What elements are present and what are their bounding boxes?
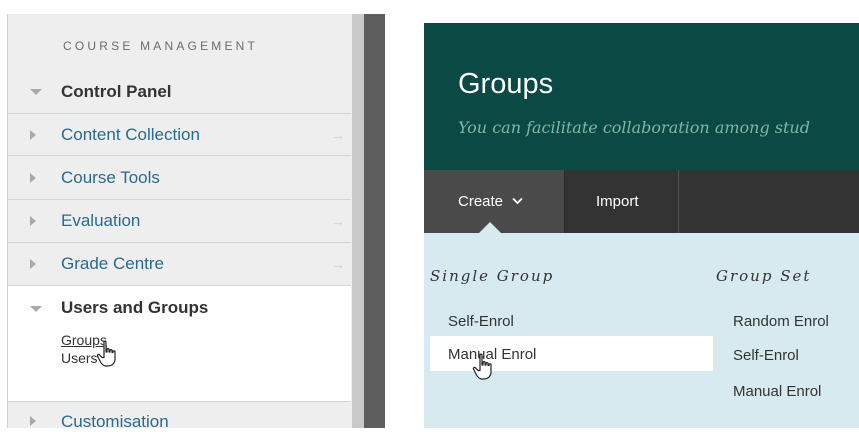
create-label: Create [458,193,504,210]
single-group-heading: Single Group [430,267,555,285]
expand-triangle-icon[interactable] [30,259,36,269]
set-self-enrol-item[interactable]: Self-Enrol [733,347,799,364]
grade-centre-label: Grade Centre [61,254,164,273]
panel-scrollbar[interactable] [364,14,385,428]
evaluation-label: Evaluation [61,211,141,230]
hand-pointer-icon [472,353,492,380]
hand-pointer-icon [96,340,116,367]
collapse-triangle-icon[interactable] [30,88,42,95]
nav-customisation[interactable]: Customisation [8,402,351,431]
course-management-heading: COURSE MANAGEMENT [63,39,259,53]
collapse-triangle-icon[interactable] [30,306,42,312]
groups-header: Groups You can facilitate collaboration … [424,23,859,170]
chevron-down-icon [512,196,523,208]
group-set-heading: Group Set [716,267,812,285]
control-panel-label: Control Panel [61,81,172,101]
nav-course-tools[interactable]: Course Tools [7,157,351,200]
single-self-enrol-item[interactable]: Self-Enrol [448,313,514,330]
nav-content-collection[interactable]: Content Collection → [7,113,351,156]
nav-evaluation[interactable]: Evaluation → [7,200,351,243]
course-tools-label: Course Tools [61,168,160,187]
dropdown-pointer [478,222,502,234]
users-link[interactable]: Users [61,350,98,366]
set-manual-enrol-item[interactable]: Manual Enrol [733,383,821,400]
customisation-label: Customisation [61,412,169,431]
nav-users-and-groups[interactable]: Users and Groups Groups Users [8,286,351,402]
arrow-right-icon: → [331,256,345,272]
arrow-right-icon: → [331,126,345,143]
expand-triangle-icon[interactable] [30,173,36,183]
import-label: Import [596,193,639,210]
expand-triangle-icon[interactable] [30,129,36,140]
page-subtitle: You can facilitate collaboration among s… [458,118,810,137]
import-button[interactable]: Import [565,170,679,233]
content-collection-label: Content Collection [61,124,200,144]
panel-divider [352,14,364,428]
nav-control-panel[interactable]: Control Panel [7,70,351,113]
page-title: Groups [458,68,554,100]
nav-grade-centre[interactable]: Grade Centre → [7,243,351,286]
expand-triangle-icon[interactable] [30,416,36,426]
groups-panel: Groups You can facilitate collaboration … [424,23,859,428]
arrow-right-icon: → [331,213,345,229]
course-management-panel: COURSE MANAGEMENT Control Panel Content … [0,0,385,431]
users-and-groups-label: Users and Groups [61,298,209,317]
expand-triangle-icon[interactable] [30,216,36,226]
set-random-enrol-item[interactable]: Random Enrol [733,313,829,330]
